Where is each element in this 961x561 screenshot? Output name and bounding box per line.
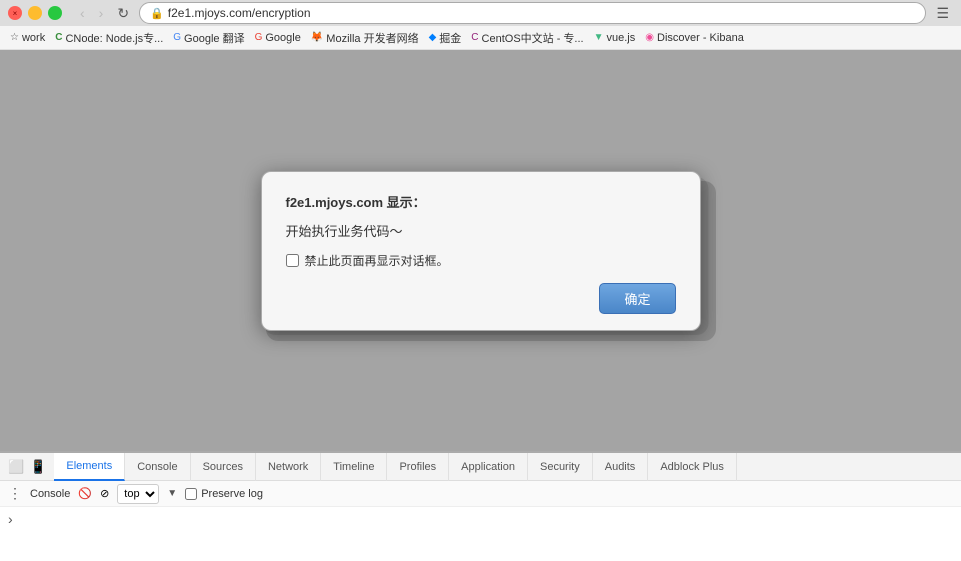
bookmark-mozilla-label: Mozilla 开发者网络 (326, 30, 418, 46)
bookmark-cnode-label: CNode: Node.js专... (65, 30, 163, 46)
tab-bar: × ‹ › ↻ 🔒 f2e1.mjoys.com/encryption ☰ (0, 0, 961, 26)
devtools-console-tab-label[interactable]: Console (30, 488, 70, 500)
bookmark-work-label: work (22, 32, 45, 44)
devtools-tab-sources-label: Sources (203, 461, 243, 473)
devtools-tab-network[interactable]: Network (256, 453, 321, 481)
devtools-tab-security-label: Security (540, 461, 580, 473)
alert-ok-button[interactable]: 确定 (599, 283, 675, 314)
devtools-context-select[interactable]: top (117, 484, 159, 504)
preserve-log-label: Preserve log (201, 488, 263, 500)
bookmark-translate-icon: G (173, 32, 181, 43)
security-icon: 🔒 (150, 7, 164, 20)
bookmark-kibana-icon: ◉ (645, 32, 654, 43)
devtools-tab-audits[interactable]: Audits (593, 453, 649, 481)
alert-buttons: 确定 (286, 283, 676, 314)
maximize-window-button[interactable] (48, 6, 62, 20)
devtools-tab-timeline-label: Timeline (333, 461, 374, 473)
alert-message: 开始执行业务代码～ (286, 221, 676, 240)
bookmark-juejin-icon: ◆ (429, 32, 437, 43)
devtools-tab-audits-label: Audits (605, 461, 636, 473)
devtools-tab-timeline[interactable]: Timeline (321, 453, 387, 481)
devtools-tab-adblock-label: Adblock Plus (660, 461, 724, 473)
devtools-tab-application-label: Application (461, 461, 515, 473)
bookmark-translate-label: Google 翻译 (184, 30, 245, 46)
devtools-device-icon[interactable]: 📱 (30, 459, 46, 475)
devtools-tab-security[interactable]: Security (528, 453, 593, 481)
preserve-log-checkbox[interactable] (185, 488, 197, 500)
devtools-dropdown-icon[interactable]: ▼ (167, 488, 177, 499)
page-area: f2e1.mjoys.com 显示： 开始执行业务代码～ 禁止此页面再显示对话框… (0, 50, 961, 561)
url-text: f2e1.mjoys.com/encryption (168, 6, 311, 20)
devtools-tabs: ⬜ 📱 Elements Console Sources Network (0, 453, 961, 481)
bookmark-work-icon: ☆ (10, 32, 19, 43)
bookmark-google-label: Google (265, 32, 300, 44)
bookmark-kibana[interactable]: ◉ Discover - Kibana (641, 30, 748, 46)
alert-title: f2e1.mjoys.com 显示： (286, 192, 676, 211)
devtools-select-icon[interactable]: ⬜ (8, 459, 24, 475)
bookmark-centos-icon: C (471, 32, 478, 43)
console-arrow-icon[interactable]: › (8, 511, 13, 527)
bookmark-cnode[interactable]: C CNode: Node.js专... (51, 28, 167, 48)
devtools-panel: ⬜ 📱 Elements Console Sources Network (0, 451, 961, 561)
bookmark-google-translate[interactable]: G Google 翻译 (169, 28, 248, 48)
devtools-tab-console[interactable]: Console (125, 453, 190, 481)
devtools-filter-icon[interactable]: ⊘ (100, 487, 109, 500)
window-controls: × (8, 6, 62, 20)
devtools-tab-elements[interactable]: Elements (54, 453, 125, 481)
bookmark-centos-label: CentOS中文站 - 专... (482, 30, 584, 46)
devtools-console-toolbar: ⋮ Console 🚫 ⊘ top ▼ Preserve log (0, 481, 961, 507)
devtools-console-area: › (0, 507, 961, 561)
close-window-button[interactable]: × (8, 6, 22, 20)
devtools-tab-sources[interactable]: Sources (191, 453, 256, 481)
bookmarks-bar: ☆ work C CNode: Node.js专... G Google 翻译 … (0, 26, 961, 50)
bookmark-vue-icon: ▼ (594, 32, 604, 43)
bookmark-centos[interactable]: C CentOS中文站 - 专... (467, 28, 587, 48)
devtools-tab-console-label: Console (137, 461, 177, 473)
page-content: f2e1.mjoys.com 显示： 开始执行业务代码～ 禁止此页面再显示对话框… (0, 50, 961, 451)
bookmark-juejin-label: 掘金 (439, 30, 461, 46)
preserve-log-checkbox-label[interactable]: Preserve log (185, 488, 263, 500)
bookmark-google[interactable]: G Google (251, 30, 305, 46)
menu-button[interactable]: ☰ (932, 3, 953, 24)
devtools-more-icon[interactable]: ⋮ (8, 485, 22, 502)
alert-overlay: f2e1.mjoys.com 显示： 开始执行业务代码～ 禁止此页面再显示对话框… (0, 50, 961, 451)
bookmark-mozilla[interactable]: 🦊 Mozilla 开发者网络 (307, 28, 423, 48)
minimize-window-button[interactable] (28, 6, 42, 20)
bookmark-vue-label: vue.js (607, 32, 636, 44)
reload-button[interactable]: ↻ (113, 3, 133, 24)
bookmark-juejin[interactable]: ◆ 掘金 (425, 28, 466, 48)
alert-title-text: f2e1.mjoys.com 显示： (286, 195, 426, 210)
alert-suppress-checkbox[interactable] (286, 254, 299, 267)
alert-dialog: f2e1.mjoys.com 显示： 开始执行业务代码～ 禁止此页面再显示对话框… (261, 171, 701, 331)
bookmark-google-icon: G (255, 32, 263, 43)
bookmark-work[interactable]: ☆ work (6, 30, 49, 46)
forward-button[interactable]: › (95, 3, 108, 23)
alert-checkbox-label[interactable]: 禁止此页面再显示对话框。 (305, 252, 449, 269)
browser-window: × ‹ › ↻ 🔒 f2e1.mjoys.com/encryption ☰ ☆ … (0, 0, 961, 561)
devtools-tab-adblock[interactable]: Adblock Plus (648, 453, 737, 481)
bookmark-mozilla-icon: 🦊 (311, 32, 323, 43)
bookmark-kibana-label: Discover - Kibana (657, 32, 744, 44)
browser-body: f2e1.mjoys.com 显示： 开始执行业务代码～ 禁止此页面再显示对话框… (0, 50, 961, 561)
devtools-no-errors-icon: 🚫 (78, 487, 92, 500)
devtools-toolbar-icons: ⬜ 📱 (0, 459, 54, 475)
devtools-tab-profiles[interactable]: Profiles (387, 453, 449, 481)
devtools-tab-network-label: Network (268, 461, 308, 473)
bookmark-cnode-icon: C (55, 32, 62, 43)
back-button[interactable]: ‹ (76, 3, 89, 23)
devtools-tab-profiles-label: Profiles (399, 461, 436, 473)
devtools-tab-elements-label: Elements (66, 460, 112, 472)
alert-checkbox-row: 禁止此页面再显示对话框。 (286, 252, 676, 269)
bookmark-vuejs[interactable]: ▼ vue.js (590, 30, 640, 46)
devtools-tab-application[interactable]: Application (449, 453, 528, 481)
address-bar[interactable]: 🔒 f2e1.mjoys.com/encryption (139, 2, 926, 24)
